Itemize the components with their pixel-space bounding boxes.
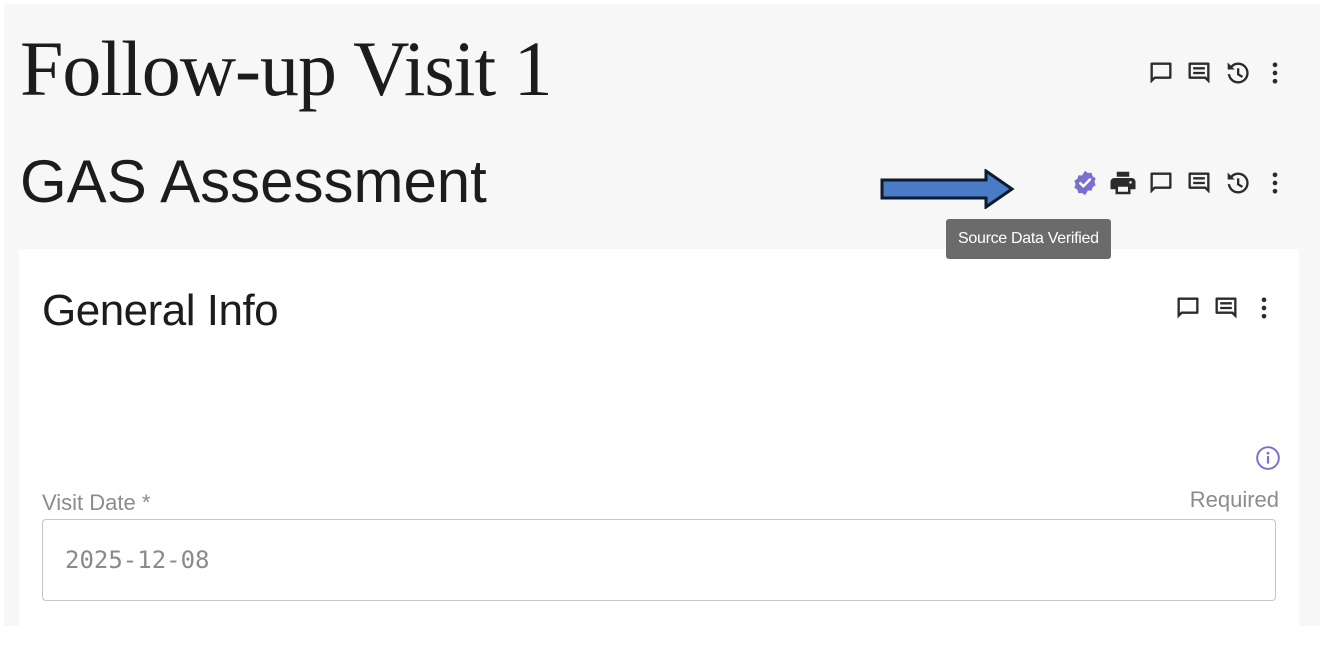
- source-data-verified-icon[interactable]: [1070, 168, 1100, 198]
- print-icon[interactable]: [1108, 168, 1138, 198]
- history-icon[interactable]: [1222, 58, 1252, 88]
- info-icon[interactable]: [1255, 445, 1281, 471]
- arrow-icon: [880, 169, 1015, 209]
- section-actions: [1165, 293, 1279, 323]
- comment-list-icon[interactable]: [1184, 58, 1214, 88]
- comment-list-icon[interactable]: [1184, 168, 1214, 198]
- visit-actions: [1138, 58, 1290, 88]
- comment-outline-icon[interactable]: [1173, 293, 1203, 323]
- comment-list-icon[interactable]: [1211, 293, 1241, 323]
- more-vertical-icon[interactable]: [1260, 168, 1290, 198]
- visit-date-label: Visit Date *: [42, 490, 151, 515]
- required-indicator: Required: [1189, 487, 1279, 512]
- comment-outline-icon[interactable]: [1146, 168, 1176, 198]
- section-title: General Info: [42, 286, 279, 335]
- comment-outline-icon[interactable]: [1146, 58, 1176, 88]
- more-vertical-icon[interactable]: [1249, 293, 1279, 323]
- general-info-card: General Info Visit Date * Required: [19, 249, 1299, 626]
- source-data-verified-tooltip: Source Data Verified: [946, 219, 1111, 259]
- page: Follow-up Visit 1 GAS Assessment General…: [4, 4, 1320, 626]
- form-title: GAS Assessment: [20, 148, 487, 215]
- more-vertical-icon[interactable]: [1260, 58, 1290, 88]
- history-icon[interactable]: [1222, 168, 1252, 198]
- visit-date-input[interactable]: [42, 519, 1276, 601]
- form-actions: [1062, 168, 1290, 198]
- visit-title: Follow-up Visit 1: [20, 25, 553, 112]
